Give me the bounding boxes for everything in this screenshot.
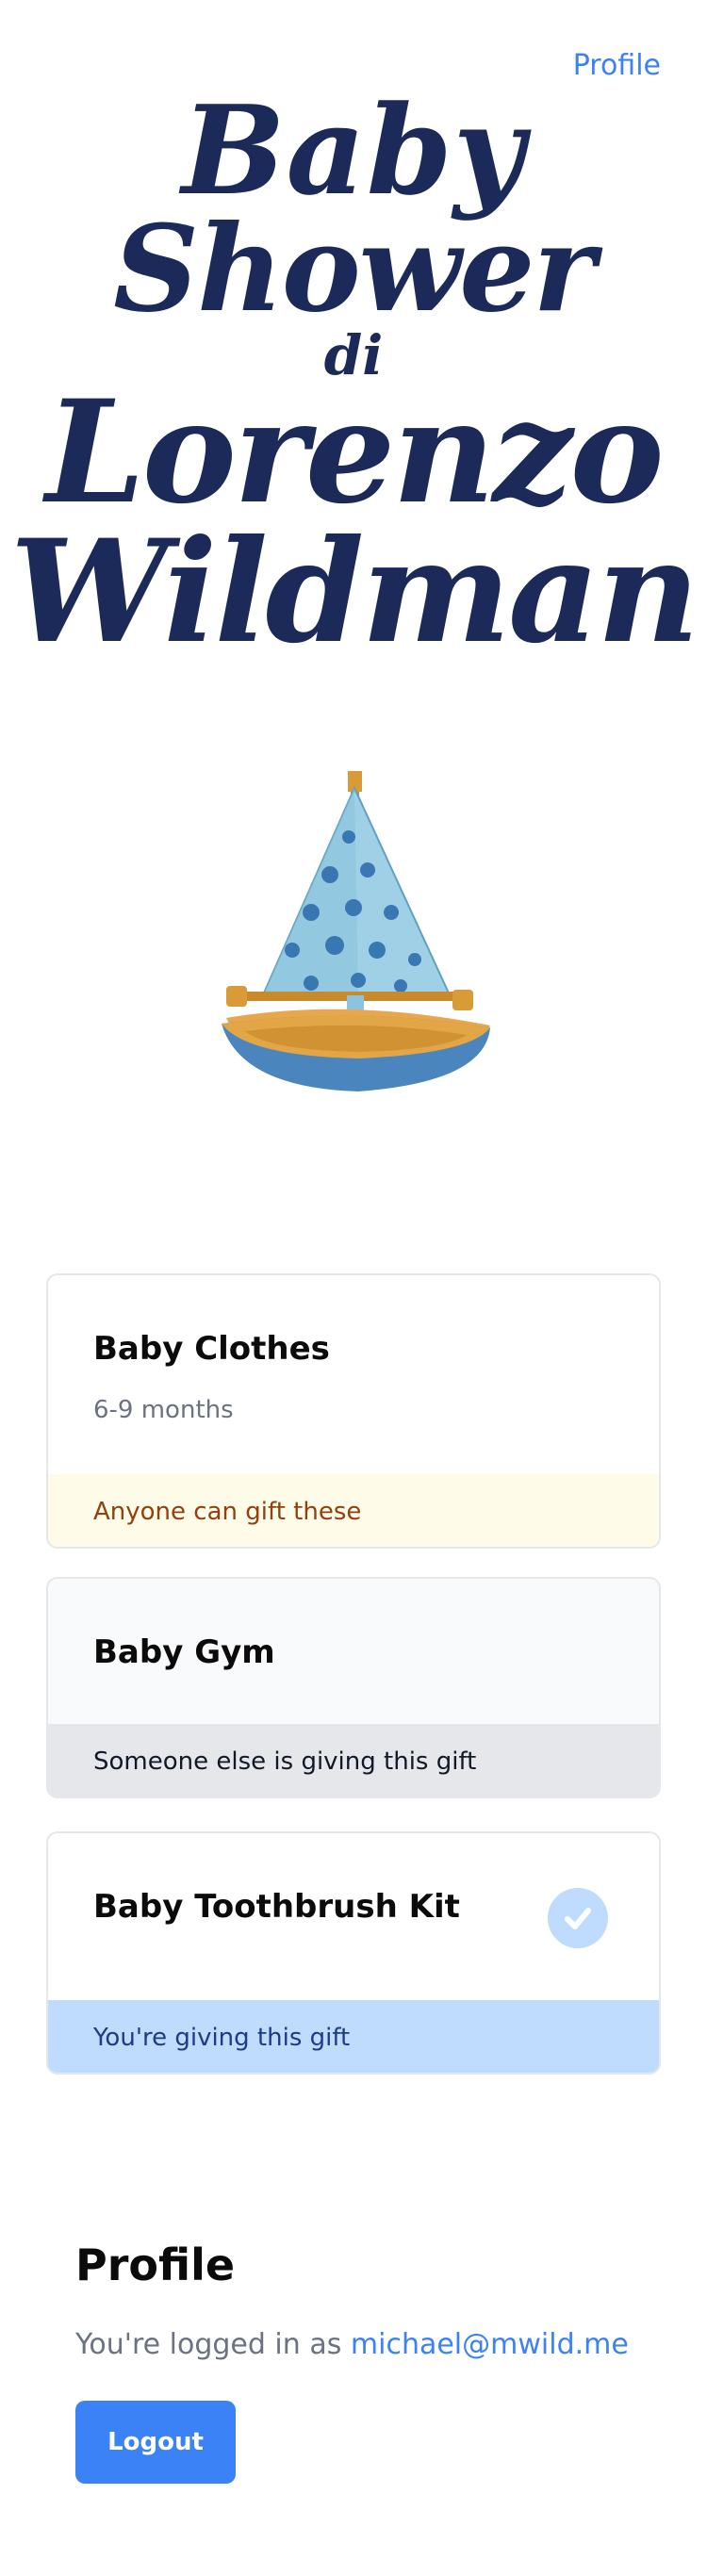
gift-card-baby-clothes[interactable]: Baby Clothes 6-9 months Anyone can gift …	[46, 1273, 661, 1549]
gift-name: Baby Clothes	[93, 1330, 330, 1368]
logged-in-prefix: You're logged in as	[75, 2328, 342, 2361]
title-line-shower: Shower	[113, 199, 596, 338]
gift-name: Baby Toothbrush Kit	[93, 1888, 460, 1926]
logged-in-text: You're logged in as michael@mwild.me	[75, 2328, 629, 2361]
gift-detail: 6-9 months	[93, 1396, 234, 1424]
gift-status: Someone else is giving this gift	[48, 1724, 659, 1797]
title-line-baby: Baby	[181, 78, 526, 222]
gift-name: Baby Gym	[93, 1633, 275, 1671]
user-email-link[interactable]: michael@mwild.me	[351, 2328, 629, 2361]
gift-card-baby-toothbrush-kit[interactable]: Baby Toothbrush Kit You're giving this g…	[46, 1831, 661, 2075]
gift-status: Anyone can gift these	[48, 1474, 659, 1547]
title-line-last-name: Wildman	[9, 509, 700, 675]
profile-heading: Profile	[75, 2240, 236, 2290]
logout-button[interactable]: Logout	[75, 2401, 236, 2484]
profile-nav-link[interactable]: Profile	[573, 49, 661, 82]
sailboat-illustration	[222, 771, 490, 1091]
gift-card-baby-gym[interactable]: Baby Gym Someone else is giving this gif…	[46, 1577, 661, 1798]
check-icon[interactable]	[548, 1888, 608, 1948]
gift-status: You're giving this gift	[48, 2000, 659, 2073]
title-line-first-name: Lorenzo	[45, 369, 664, 535]
